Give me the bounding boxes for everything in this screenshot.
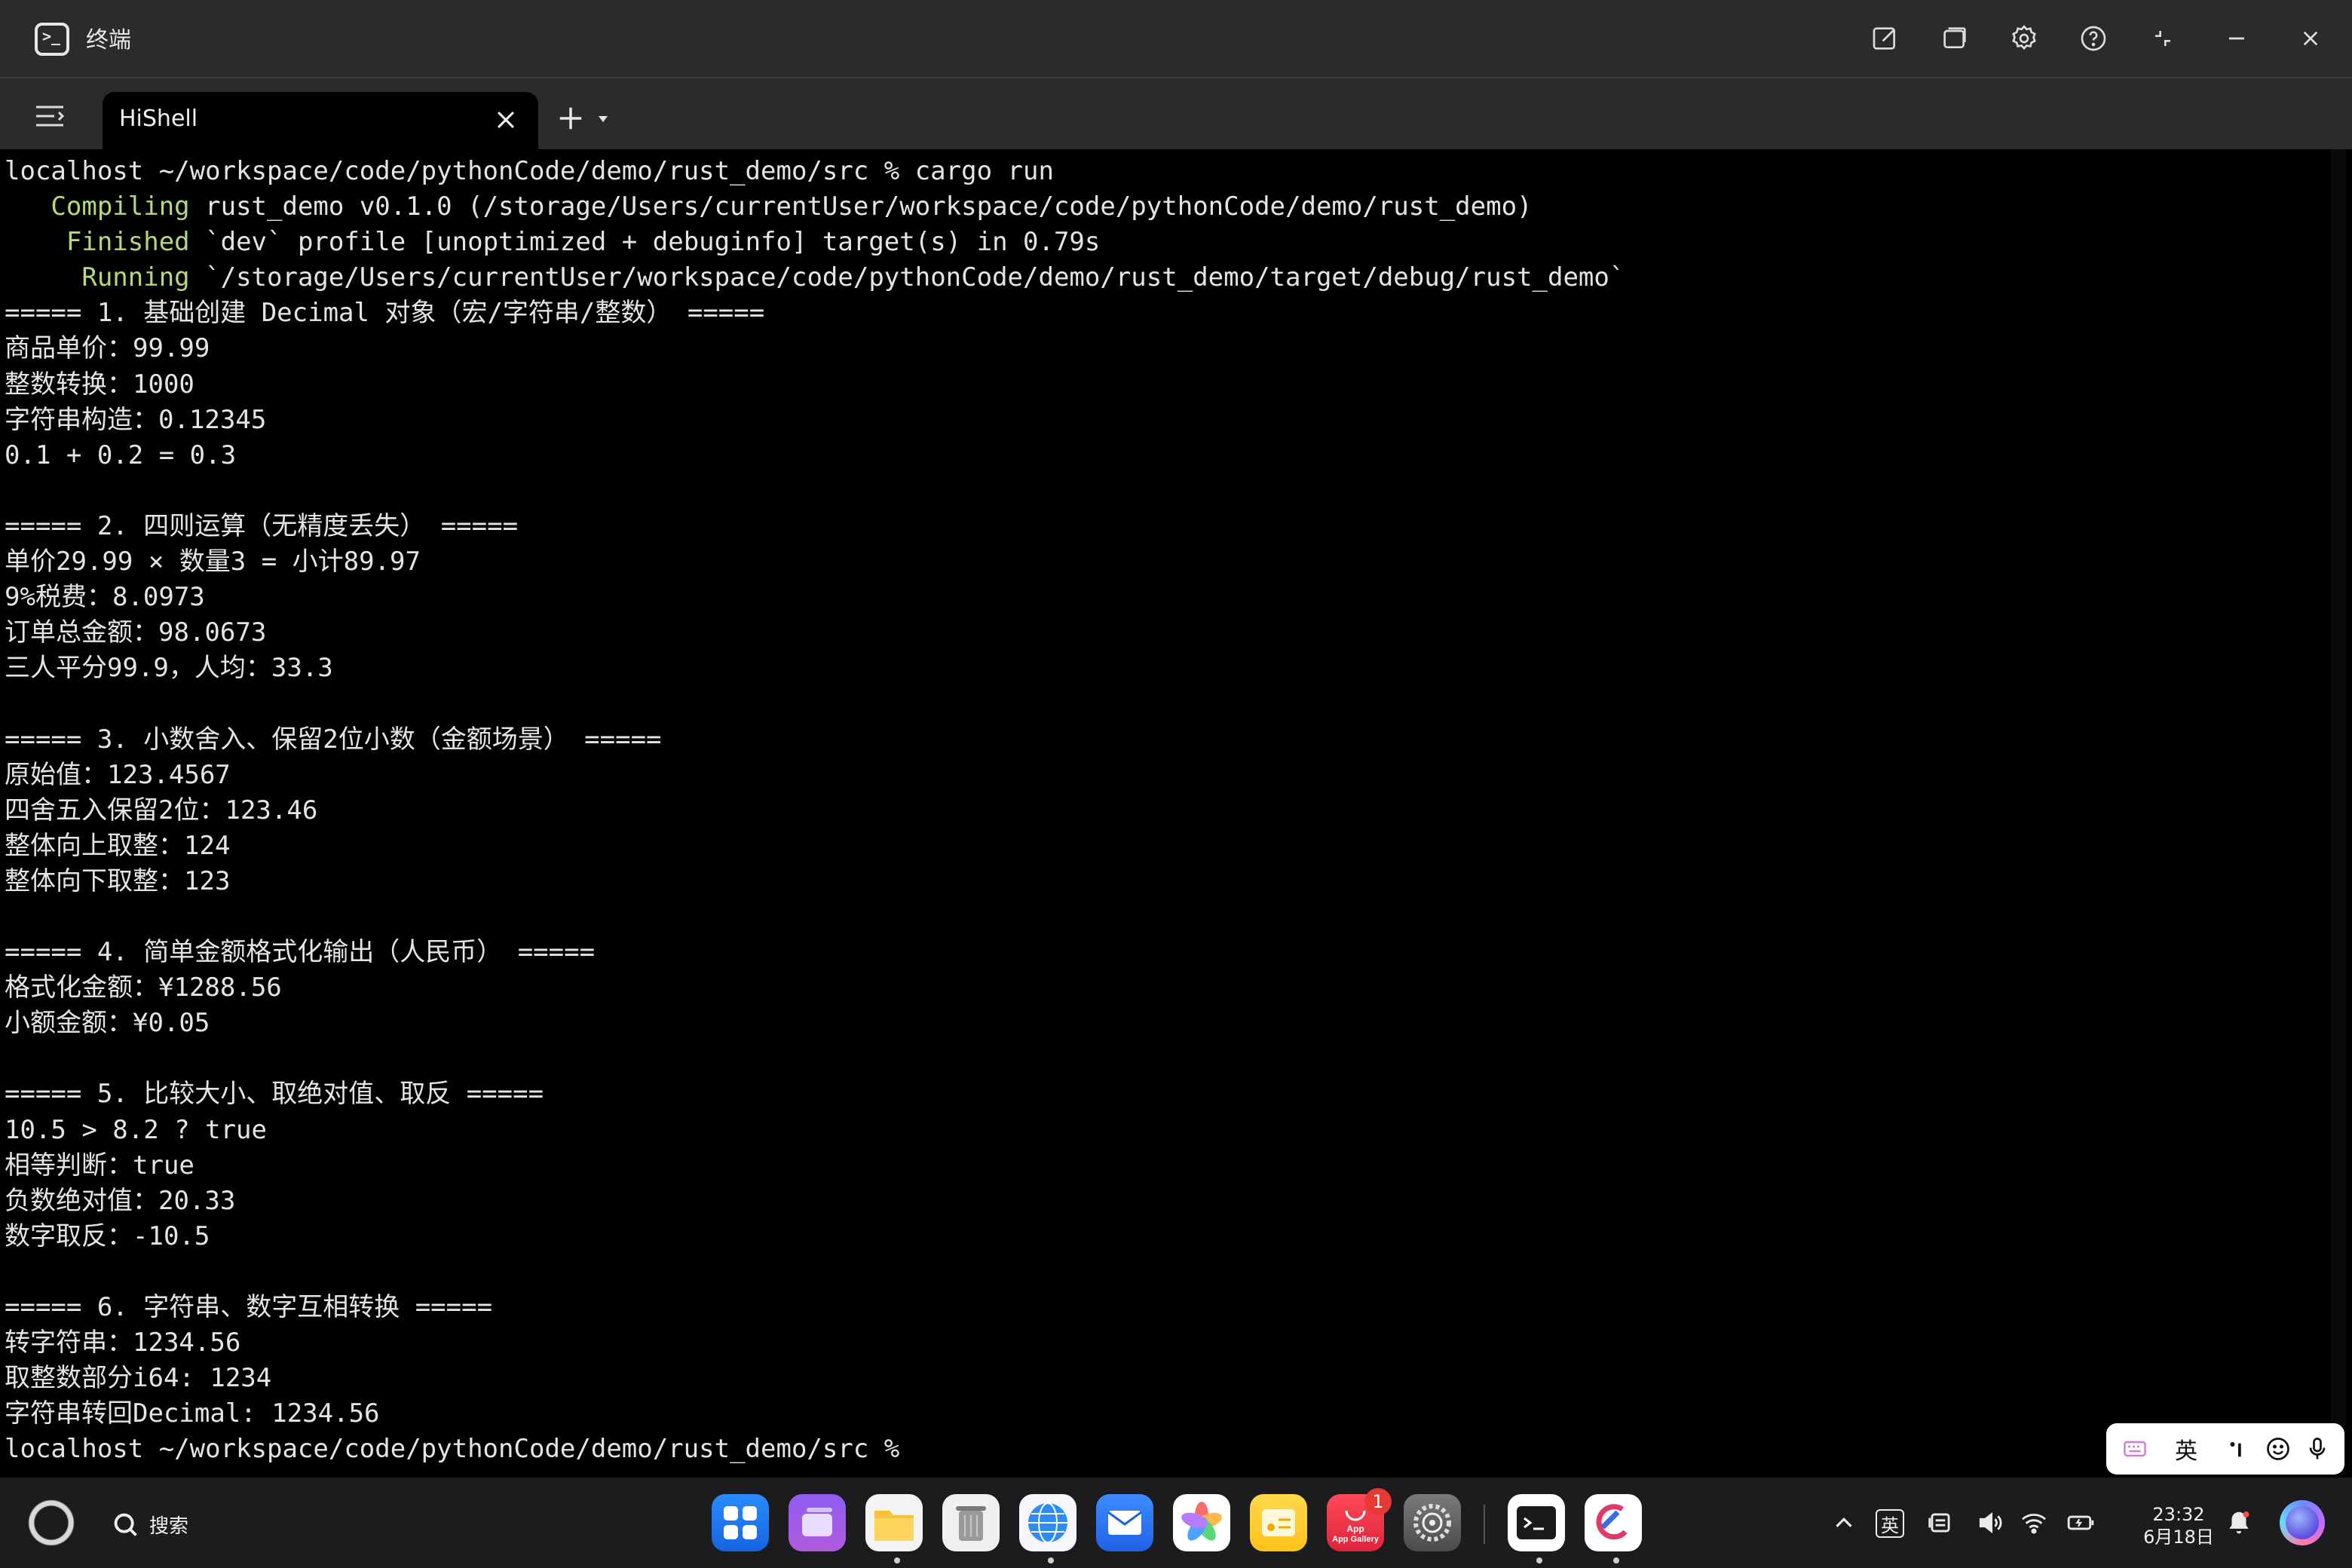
tab-hishell[interactable]: HiShell [103,92,538,149]
trash-icon[interactable] [942,1494,1000,1551]
tray-expand-icon[interactable] [1827,1506,1860,1539]
ime-emoji-icon[interactable] [2262,1432,2295,1465]
terminal-line: 订单总金额：98.0673 [5,617,267,648]
notes-icon[interactable] [1250,1494,1307,1551]
system-settings-icon[interactable] [1404,1494,1461,1551]
menu-icon[interactable] [33,103,66,130]
app-grid-icon[interactable] [712,1494,769,1551]
title-bar: 终端 [0,0,2352,78]
terminal-line: 商品单价：99.99 [5,333,210,364]
battery-icon[interactable] [2064,1506,2097,1539]
files-running-indicator [894,1557,900,1563]
terminal-line: ===== 2. 四则运算（无精度丢失） ===== [5,510,519,541]
terminal-app-icon [35,23,69,56]
terminal-running-indicator [1536,1557,1542,1563]
close-window-icon[interactable] [2292,20,2329,57]
svg-text:App: App [1346,1524,1364,1534]
window-title: 终端 [86,27,131,54]
start-button[interactable] [27,1499,75,1547]
terminal-line: ===== 5. 比较大小、取绝对值、取反 ===== [5,1079,544,1110]
notification-badge: 1 [1364,1488,1392,1515]
terminal-line: 字符串转回Decimal: 1234.56 [5,1398,380,1429]
terminal-line: 格式化金额：¥1288.56 [5,972,282,1003]
dock-separator [1484,1505,1485,1544]
files-folder-icon[interactable] [865,1494,923,1551]
new-tab-plus-icon[interactable] [556,104,585,133]
terminal-line: 0.1 + 0.2 = 0.3 [5,439,237,470]
terminal-taskbar-icon[interactable] [1508,1494,1565,1551]
gallery-icon[interactable] [1173,1494,1230,1551]
terminal-scrollbar[interactable] [2331,149,2346,1475]
codearts-ide-icon[interactable] [1585,1494,1642,1551]
terminal-line: 9%税费：8.0973 [5,582,205,613]
tab-label: HiShell [119,106,198,132]
ime-microphone-icon[interactable] [2301,1432,2334,1465]
settings-gear-icon[interactable] [2005,20,2043,57]
ime-toolbar: 英 [2106,1423,2344,1475]
terminal-line: 三人平分99.9，人均：33.3 [5,653,333,684]
terminal-line: 取整数部分i64: 1234 [5,1363,272,1394]
terminal-line: localhost ~/workspace/code/pythonCode/de… [5,156,1054,186]
close-tab-icon[interactable] [493,107,519,133]
ime-punctuation-icon[interactable] [2219,1432,2252,1465]
ide-running-indicator [1613,1557,1619,1563]
notification-bell-icon[interactable] [2222,1506,2256,1539]
browser-icon[interactable] [1019,1494,1076,1551]
clock-time: 23:32 [2152,1504,2205,1525]
terminal-line: 四舍五入保留2位：123.46 [5,795,318,825]
volume-icon[interactable] [1974,1506,2007,1539]
terminal-line: 原始值：123.4567 [5,759,231,790]
edit-icon[interactable] [1867,20,1904,57]
terminal-line: ===== 4. 简单金额格式化输出（人民币） ===== [5,937,596,968]
tray-input-language[interactable]: 英 [1876,1509,1904,1538]
terminal-line: Finished `dev` profile [unoptimized + de… [66,227,1101,258]
restore-icon[interactable] [2144,20,2182,57]
terminal-line: 整体向下取整：123 [5,865,231,896]
clock-date: 6月18日 [2143,1527,2214,1548]
multitask-icon[interactable] [789,1494,846,1551]
terminal-line: ===== 6. 字符串、数字互相转换 ===== [5,1292,493,1322]
browser-running-indicator [1048,1557,1054,1563]
ai-assistant-icon[interactable] [2280,1500,2325,1545]
new-tab-dropdown-icon[interactable] [597,115,609,124]
wifi-icon[interactable] [2017,1506,2050,1539]
search-label[interactable]: 搜索 [149,1511,188,1539]
terminal-line: 转字符串：1234.56 [5,1328,241,1358]
terminal-line: Running `/storage/Users/currentUser/work… [81,262,1625,293]
mail-icon[interactable] [1096,1494,1153,1551]
terminal-line: ===== 1. 基础创建 Decimal 对象（宏/字符串/整数） ===== [5,298,765,329]
help-icon[interactable] [2075,20,2112,57]
terminal-line: 字符串构造：0.12345 [5,404,267,435]
terminal-line: Compiling rust_demo v0.1.0 (/storage/Use… [51,191,1533,222]
terminal-line: localhost ~/workspace/code/pythonCode/de… [5,1434,915,1465]
terminal-output[interactable]: localhost ~/workspace/code/pythonCode/de… [0,149,2326,1475]
taskbar: 搜索 App App Gallery 1 英 23:32 6月18日 [0,1478,2352,1568]
terminal-line: 10.5 > 8.2 ? true [5,1114,267,1145]
terminal-line: 整体向上取整：124 [5,830,231,861]
terminal-line: 单价29.99 × 数量3 = 小计89.97 [5,547,421,577]
ime-language-toggle[interactable]: 英 [2170,1432,2203,1465]
svg-text:App Gallery: App Gallery [1332,1535,1380,1544]
terminal-line: 数字取反：-10.5 [5,1220,210,1251]
terminal-line: 负数绝对值：20.33 [5,1185,236,1216]
minimize-icon[interactable] [2218,20,2256,57]
search-icon[interactable] [112,1511,140,1539]
terminal-line: 相等判断：true [5,1150,194,1181]
tray-clipboard-icon[interactable] [1924,1506,1957,1539]
clock[interactable]: 23:32 6月18日 [2141,1503,2216,1548]
terminal-line: ===== 3. 小数舍入、保留2位小数（金额场景） ===== [5,724,662,755]
ime-keyboard-icon[interactable] [2118,1432,2151,1465]
window-copy-icon[interactable] [1936,20,1974,57]
terminal-line: 小额金额：¥0.05 [5,1008,210,1039]
terminal-line: 整数转换：1000 [5,369,194,400]
